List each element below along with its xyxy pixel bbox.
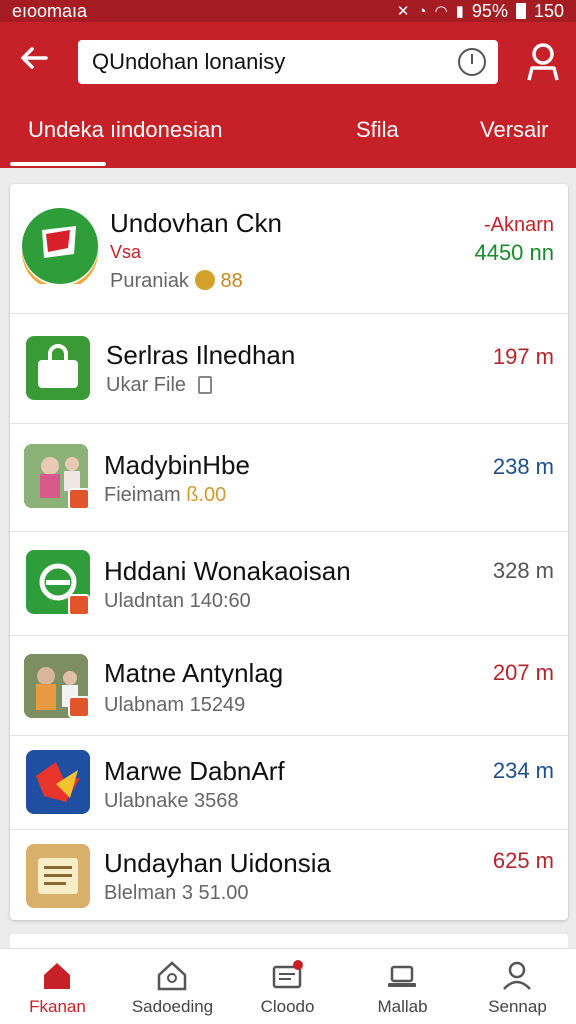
search-q-icon: Q xyxy=(92,49,110,74)
item-size: 197 m xyxy=(492,344,554,369)
subtitle-text: Ukar File xyxy=(106,374,187,396)
tab-indicator xyxy=(10,162,106,166)
item-title: Hddani Wonakaoisan xyxy=(104,556,351,586)
nav-label: Sennap xyxy=(488,997,547,1016)
nav-inbox[interactable]: Cloodo xyxy=(230,949,345,1024)
item-size: 234 m xyxy=(492,758,554,783)
subtitle-text: Puraniak xyxy=(110,270,189,292)
status-bar: eıoomaıa ✕ ◔ ◠ ▮ 95% 150 xyxy=(0,0,576,22)
tab-versair[interactable]: Versair xyxy=(480,110,548,168)
battery-icon xyxy=(515,3,526,19)
app-badge-icon xyxy=(68,488,90,510)
subtitle-text: Fieimam xyxy=(104,484,181,506)
back-arrow-icon[interactable] xyxy=(14,40,54,80)
person-icon xyxy=(503,961,531,990)
list-item[interactable]: Undayhan Uidonsia Blelman 3 51.00 625 m xyxy=(10,830,568,920)
status-time: 150 xyxy=(533,0,564,21)
wifi-icon: ◠ xyxy=(434,3,448,20)
bag-app-icon xyxy=(26,336,90,400)
item-size: 328 m xyxy=(492,558,554,583)
search-bar[interactable]: Q xyxy=(78,40,498,84)
laptop-icon xyxy=(388,965,416,987)
item-size: 4450 nn xyxy=(474,240,554,265)
item-size: 207 m xyxy=(492,660,554,685)
battery-percent: 95% xyxy=(471,0,508,21)
item-subtitle: Ulabnake 3568 xyxy=(104,790,239,812)
bottom-nav: Fkanan Sadoeding Cloodo Mallab Sennap xyxy=(0,948,576,1024)
status-left-text: eıoomaıa xyxy=(12,0,88,21)
coin-icon xyxy=(194,270,215,290)
list-item[interactable]: Undovhan Ckn Vsa Puraniak 88 -Aknarn 445… xyxy=(10,184,568,314)
inbox-icon xyxy=(272,960,303,989)
home-icon xyxy=(44,963,70,989)
list-item[interactable]: MadybinHbe Fieimam ß.00 238 m xyxy=(10,424,568,532)
nav-label: Cloodo xyxy=(260,997,315,1016)
list-item[interactable]: Hddani Wonakaoisan Uladntan 140:60 328 m xyxy=(10,532,568,636)
nav-profile[interactable]: Sennap xyxy=(460,949,575,1024)
item-tag: Vsa xyxy=(110,242,142,262)
item-subtitle: Puraniak 88 xyxy=(110,270,243,293)
list-item[interactable]: Matne Antynlag Ulabnam 15249 207 m xyxy=(10,636,568,736)
item-title: Marwe DabnArf xyxy=(104,756,285,786)
list-item[interactable]: Marwe DabnArf Ulabnake 3568 234 m xyxy=(10,736,568,830)
item-title: Matne Antynlag xyxy=(104,658,284,688)
item-subtitle: Fieimam ß.00 xyxy=(104,484,226,507)
tab-undeka[interactable]: Undeka ıindonesian xyxy=(28,110,222,168)
item-title: Serlras Ilnedhan xyxy=(106,340,296,370)
item-title: Undovhan Ckn xyxy=(110,208,282,238)
file-icon xyxy=(197,376,212,394)
account-icon[interactable] xyxy=(524,42,562,82)
mute-icon: ✕ xyxy=(396,3,410,20)
star-app-icon xyxy=(26,750,90,814)
search-input[interactable] xyxy=(109,49,458,75)
history-icon[interactable] xyxy=(458,48,486,76)
nav-label: Mallab xyxy=(377,997,428,1016)
item-status: -Aknarn xyxy=(483,214,554,236)
item-size: 238 m xyxy=(492,454,554,479)
nav-label: Fkanan xyxy=(29,997,86,1016)
item-size: 625 m xyxy=(492,848,554,873)
app-badge-icon xyxy=(68,696,90,718)
list-item[interactable]: Serlras Ilnedhan Ukar File 197 m xyxy=(10,314,568,424)
alarm-icon: ◔ xyxy=(417,2,427,20)
item-subtitle: Blelman 3 51.00 xyxy=(104,882,249,904)
item-subtitle: Ukar File xyxy=(106,374,212,397)
signal-icon: ▮ xyxy=(455,3,464,20)
app-list: Undovhan Ckn Vsa Puraniak 88 -Aknarn 445… xyxy=(10,184,568,920)
document-app-icon xyxy=(26,844,90,908)
app-badge-icon xyxy=(68,594,90,616)
nav-mail[interactable]: Mallab xyxy=(345,949,460,1024)
nav-search[interactable]: Sadoeding xyxy=(115,949,230,1024)
subtitle-extra: 88 xyxy=(220,270,243,292)
item-subtitle: Ulabnam 15249 xyxy=(104,694,246,716)
item-title: Undayhan Uidonsia xyxy=(104,848,331,878)
tab-sfila[interactable]: Sfila xyxy=(356,110,399,168)
flag-app-icon xyxy=(22,208,98,290)
nav-label: Sadoeding xyxy=(131,997,214,1016)
item-title: MadybinHbe xyxy=(104,450,250,480)
subtitle-extra: ß.00 xyxy=(186,484,227,506)
house-search-icon xyxy=(157,961,187,991)
nav-home[interactable]: Fkanan xyxy=(0,949,115,1024)
status-icons: ✕ ◔ ◠ ▮ 95% 150 xyxy=(397,1,564,22)
item-subtitle: Uladntan 140:60 xyxy=(104,590,251,612)
